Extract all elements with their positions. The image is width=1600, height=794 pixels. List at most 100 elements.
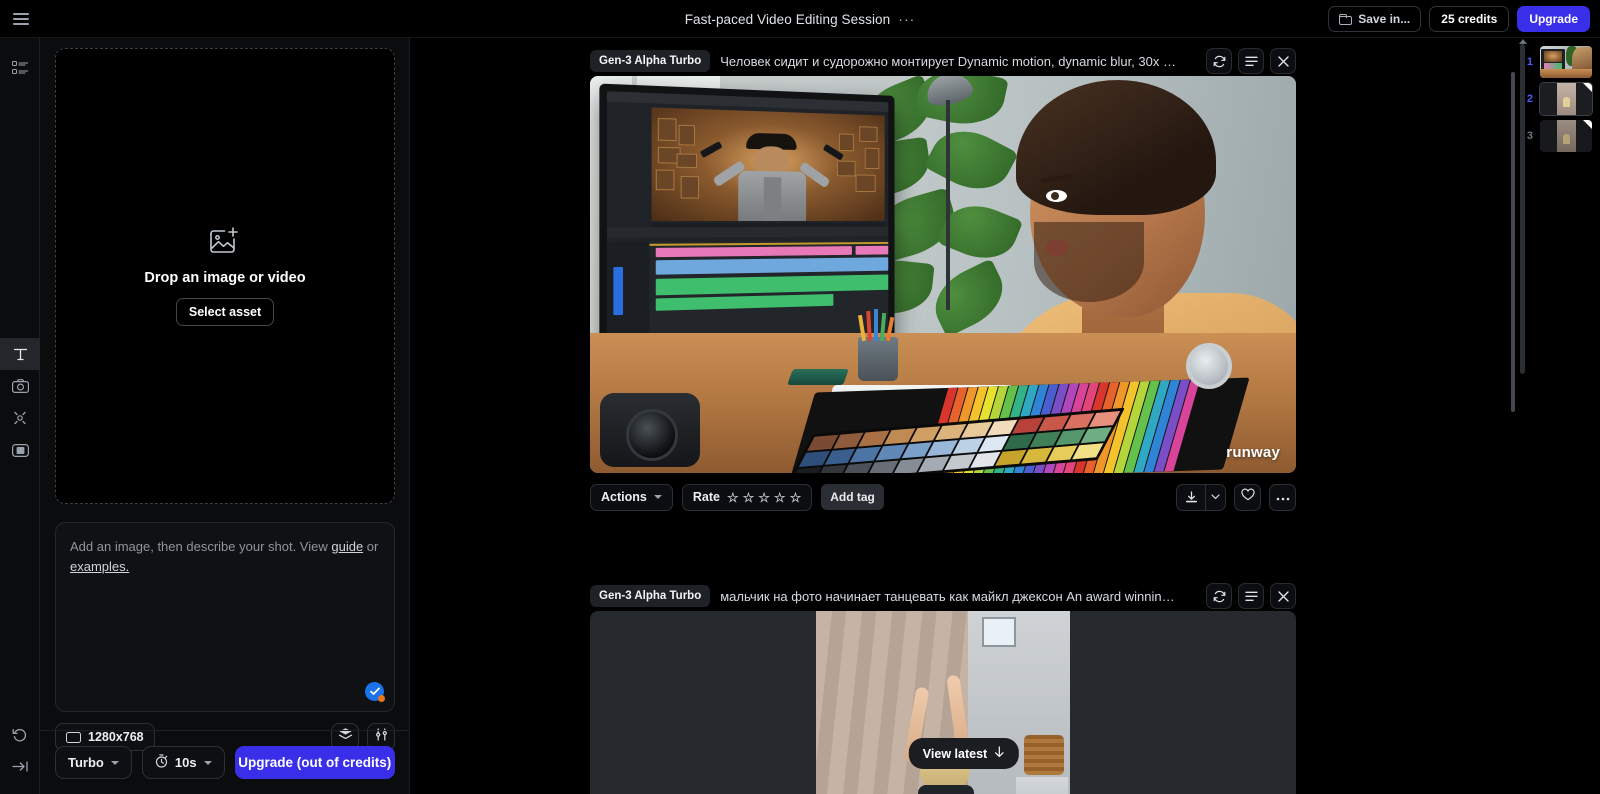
composer-panel: Drop an image or video Select asset Add … <box>40 38 410 794</box>
star-4[interactable]: ☆ <box>774 491 786 504</box>
monitor-display <box>599 84 894 355</box>
wristwatch <box>1186 343 1232 389</box>
undo-icon <box>12 727 28 742</box>
thumbnail-preview[interactable] <box>1540 83 1592 115</box>
select-asset-button[interactable]: Select asset <box>176 298 274 326</box>
pencil-mug <box>858 337 898 381</box>
thumbnail-number: 2 <box>1523 93 1533 105</box>
motion-brush-icon <box>12 410 28 426</box>
sidebar-item-motion-brush[interactable] <box>0 402 40 434</box>
actions-menu-button[interactable]: Actions <box>590 484 673 511</box>
sidebar-item-camera-tool[interactable] <box>0 370 40 402</box>
prompt-placeholder: Add an image, then describe your shot. V… <box>70 537 380 576</box>
arrow-to-line-icon <box>12 760 29 773</box>
close-button[interactable] <box>1270 583 1296 609</box>
thumbnail-item[interactable]: 1 <box>1523 46 1592 78</box>
phone-on-desk <box>787 369 849 385</box>
actions-label: Actions <box>601 490 647 504</box>
chevron-down-icon <box>204 761 212 765</box>
runway-watermark: runway <box>1226 444 1280 461</box>
image-plus-icon <box>210 227 240 260</box>
history-undo-button[interactable] <box>0 718 40 750</box>
duration-label: 10s <box>175 755 197 770</box>
ellipsis-icon <box>1276 488 1290 506</box>
stopwatch-icon <box>155 754 168 771</box>
view-latest-label: View latest <box>923 747 987 761</box>
credits-badge[interactable]: 25 credits <box>1429 6 1509 32</box>
chevron-down-icon[interactable] <box>1205 485 1225 510</box>
chevron-down-icon <box>654 495 662 499</box>
frame-icon <box>12 444 29 457</box>
thumbnail-preview[interactable] <box>1540 120 1592 152</box>
canvas-scrollbar[interactable] <box>1511 72 1515 412</box>
view-latest-button[interactable]: View latest <box>909 738 1019 769</box>
top-right-actions: Save in... 25 credits Upgrade <box>1328 0 1590 38</box>
model-badge: Gen-3 Alpha Turbo <box>590 50 710 72</box>
model-select[interactable]: Turbo <box>55 746 132 779</box>
regenerate-button[interactable] <box>1206 48 1232 74</box>
save-in-label: Save in... <box>1358 12 1410 26</box>
generation-media[interactable]: runway <box>590 76 1296 473</box>
duration-select[interactable]: 10s <box>142 746 225 779</box>
prompt-text-1: Add an image, then describe your shot. V… <box>70 539 331 554</box>
guide-link[interactable]: guide <box>331 539 363 554</box>
details-button[interactable] <box>1238 583 1264 609</box>
thumbnail-item[interactable]: 2 <box>1523 83 1592 115</box>
sidebar-item-text-tool[interactable] <box>0 338 40 370</box>
thumbnail-rail: 1 2 3 <box>1517 38 1600 794</box>
thumbnail-item[interactable]: 3 <box>1523 120 1592 152</box>
video-fold-icon <box>1583 83 1592 92</box>
thumbnail-preview[interactable] <box>1540 46 1592 78</box>
thumbnail-number: 1 <box>1523 56 1533 68</box>
camera-icon <box>12 379 29 393</box>
favorite-button[interactable] <box>1234 484 1261 511</box>
download-split-button[interactable] <box>1176 484 1226 511</box>
page-title[interactable]: Fast-paced Video Editing Session <box>685 12 891 27</box>
generation-actions-right <box>1176 484 1296 511</box>
collapse-panel-button[interactable] <box>0 750 40 782</box>
thumbnail-number: 3 <box>1523 130 1533 142</box>
generations-canvas: Gen-3 Alpha Turbo Человек сидит и судоро… <box>411 38 1517 794</box>
check-badge-icon[interactable] <box>365 682 384 701</box>
text-T-icon <box>13 347 28 362</box>
kid-body <box>918 785 974 794</box>
star-3[interactable]: ☆ <box>758 491 770 504</box>
generate-button[interactable]: Upgrade (out of credits) <box>235 746 395 779</box>
color-pencils-strip <box>788 378 1249 473</box>
add-tag-button[interactable]: Add tag <box>821 484 884 510</box>
generation-prompt[interactable]: мальчик на фото начинает танцевать как м… <box>720 589 1196 604</box>
save-in-button[interactable]: Save in... <box>1328 6 1421 32</box>
dropzone-label: Drop an image or video <box>144 270 305 286</box>
list-icon <box>12 61 28 75</box>
sidebar-item-assets-list[interactable] <box>0 52 40 84</box>
generation-header: Gen-3 Alpha Turbo мальчик на фото начина… <box>590 581 1296 611</box>
generation-header-actions <box>1206 48 1296 74</box>
generation-prompt[interactable]: Человек сидит и судорожно монтирует Dyna… <box>720 54 1196 69</box>
basket <box>1024 735 1064 775</box>
title-more-icon[interactable]: ··· <box>898 14 915 24</box>
star-2[interactable]: ☆ <box>743 491 755 504</box>
camera-on-desk <box>600 393 700 467</box>
more-options-button[interactable] <box>1269 484 1296 511</box>
prompt-input[interactable]: Add an image, then describe your shot. V… <box>55 522 395 712</box>
generation-header: Gen-3 Alpha Turbo Человек сидит и судоро… <box>590 46 1296 76</box>
folder-icon <box>1339 14 1352 25</box>
model-label: Turbo <box>68 755 104 770</box>
star-5[interactable]: ☆ <box>790 491 802 504</box>
star-1[interactable]: ☆ <box>727 491 739 504</box>
video-frame-editing-scene <box>590 76 1296 473</box>
generation-card: Gen-3 Alpha Turbo Человек сидит и судоро… <box>590 46 1296 521</box>
regenerate-button[interactable] <box>1206 583 1232 609</box>
asset-dropzone[interactable]: Drop an image or video Select asset <box>55 48 395 504</box>
sidebar-item-aspect-frame[interactable] <box>0 434 40 466</box>
examples-link[interactable]: examples. <box>70 559 129 574</box>
close-button[interactable] <box>1270 48 1296 74</box>
details-button[interactable] <box>1238 48 1264 74</box>
download-icon[interactable] <box>1177 485 1205 510</box>
composer-footer: Turbo 10s Upgrade (out of credits) <box>40 730 410 794</box>
rating-stars[interactable]: ☆ ☆ ☆ ☆ ☆ <box>727 491 801 504</box>
top-bar: Fast-paced Video Editing Session ··· Sav… <box>0 0 1600 38</box>
rate-control[interactable]: Rate ☆ ☆ ☆ ☆ ☆ <box>682 484 812 511</box>
upgrade-button[interactable]: Upgrade <box>1517 6 1590 32</box>
generation-actions: Actions Rate ☆ ☆ ☆ ☆ ☆ Add tag <box>590 473 1296 521</box>
